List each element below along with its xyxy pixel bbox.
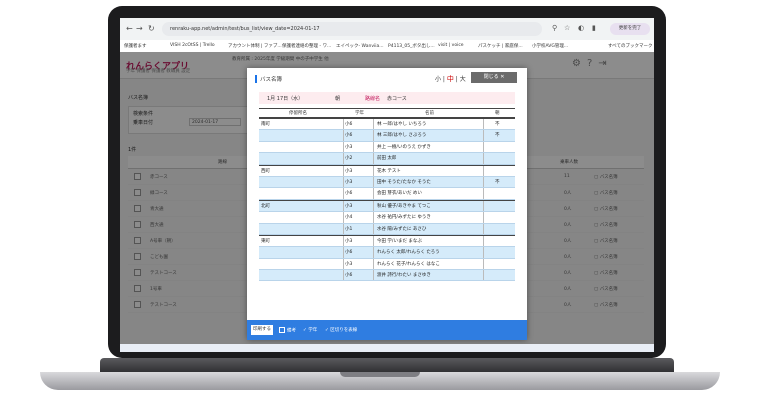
bookmark-item[interactable]: エイペック- Wanviia...	[336, 43, 384, 49]
student-name: れんらく 花子/れんらく はなこ	[377, 261, 440, 267]
roster-row: 小6 れんらく 太郎/れんらく たろう	[259, 247, 515, 259]
student-grade: 小6	[345, 122, 353, 127]
roster-row: 小3 田中 そうた/たなか そうた 不	[259, 176, 515, 189]
absence-mark: 不	[495, 179, 500, 185]
student-name: 渡井 詩行/わたい まさゆき	[377, 273, 431, 279]
remarks-checkbox[interactable]: 備考	[279, 327, 296, 334]
close-icon: ✕	[500, 74, 505, 80]
font-large-button[interactable]: 大	[460, 76, 466, 83]
student-name: 水谷 陽/みずたに あさひ	[377, 226, 427, 232]
taskbar	[120, 344, 654, 352]
student-grade: 小1	[345, 226, 353, 232]
student-name: 花木 テスト	[377, 168, 401, 174]
student-name: 田中 そうた/たなか そうた	[377, 179, 431, 185]
modal-footer: 印刷する 備考 ✓ 学年 ✓ 区切りを表線	[247, 320, 527, 340]
student-grade: 小3	[345, 238, 353, 244]
roster-row: 西町 小3 花木 テスト	[259, 164, 515, 177]
roster-row: 小1 水谷 陽/みずたに あさひ	[259, 223, 515, 235]
bookmark-item[interactable]: 小学校AVG管理...	[532, 43, 568, 49]
student-name: れんらく 太郎/れんらく たろう	[377, 250, 440, 256]
route-value: 赤コース	[387, 96, 407, 102]
sidepanel-icon[interactable]: ▮	[592, 24, 596, 32]
roster-row: 小3 井上 一樹/いのうえ かずき	[259, 141, 515, 154]
roster-row: 小6 会田 芽衣/あいだ めい	[259, 188, 515, 200]
bookmark-item[interactable]: すべてのブックマーク	[608, 43, 653, 49]
student-grade: 小4	[345, 215, 353, 221]
student-grade: 小3	[345, 261, 353, 267]
student-name: 秋山 優子/あきやま てつこ	[377, 203, 431, 209]
browser-toolbar: ← → ↻ renraku-app.net/admin/test/bus_lis…	[120, 18, 654, 40]
bus-roster-modal: バス名簿 小 | 中 | 大 閉じる ✕ 1月 17日（水） 朝 路線名 赤コー…	[247, 68, 527, 340]
roster-info-bar: 1月 17日（水） 朝 路線名 赤コース	[259, 92, 515, 104]
student-name: 水谷 祐円/みずたに ゆうき	[377, 215, 431, 221]
student-grade: 小3	[345, 168, 353, 174]
stop-name: 東町	[261, 238, 270, 244]
student-grade: 小6	[345, 191, 353, 197]
stop-name: 南町	[261, 122, 270, 127]
roster-row: 小6 渡井 詩行/わたい まさゆき	[259, 270, 515, 282]
absence-mark: 不	[495, 122, 500, 127]
bookmark-item[interactable]: P4113_05_ボタ出し...	[388, 43, 435, 49]
roster-date: 1月 17日（水）	[267, 96, 304, 102]
stop-name: 西町	[261, 168, 270, 174]
student-name: 井上 一樹/いのうえ かずき	[377, 144, 431, 150]
font-size-selector: 小 | 中 | 大	[435, 75, 466, 83]
student-name: 林 一郎/はやし いちろう	[377, 122, 427, 127]
roster-row: 小2 前田 太郎	[259, 153, 515, 165]
star-icon[interactable]: ☆	[564, 24, 570, 32]
roster-period: 朝	[335, 96, 341, 102]
font-small-button[interactable]: 小	[435, 76, 441, 83]
laptop-notch	[340, 372, 420, 377]
bookmark-item[interactable]: アカウント体制 | ファブ...	[228, 43, 282, 49]
roster-row: 南町 小6 林 一郎/はやし いちろう 不	[259, 118, 515, 131]
student-grade: 小3	[345, 144, 353, 150]
student-grade: 小2	[345, 156, 353, 162]
roster-table: 停留所名 学年 名前 朝 南町 小6 林 一郎/はやし いちろう不小6 林 三郎/はや…	[259, 108, 515, 282]
student-grade: 小6	[345, 250, 353, 256]
grade-checkbox[interactable]: ✓ 学年	[303, 327, 317, 333]
student-grade: 小3	[345, 203, 353, 209]
address-bar[interactable]: renraku-app.net/admin/test/bus_list/view…	[162, 22, 542, 36]
roster-row: 北町 小3 秋山 優子/あきやま てつこ	[259, 199, 515, 213]
stop-name: 北町	[261, 203, 270, 209]
roster-row: 小3 れんらく 花子/れんらく はなこ	[259, 258, 515, 271]
zoom-icon[interactable]: ⚲	[552, 24, 557, 32]
reload-icon[interactable]: ↻	[148, 24, 155, 33]
absence-mark: 不	[495, 133, 500, 139]
roster-row: 小6 林 三郎/はやし さぶろう 不	[259, 130, 515, 142]
back-icon[interactable]: ←	[126, 24, 133, 33]
roster-row: 東町 小3 今田 学/いまだ まなぶ	[259, 234, 515, 248]
bookmark-item[interactable]: パスケッチ | 家庭保...	[478, 43, 523, 49]
print-button[interactable]: 印刷する	[251, 325, 273, 335]
bookmark-item[interactable]: 保護者ます	[124, 43, 147, 49]
update-button[interactable]: 更新を完了	[610, 23, 650, 35]
student-grade: 小3	[345, 179, 353, 185]
modal-title: バス名簿	[255, 75, 282, 83]
student-grade: 小6	[345, 273, 353, 279]
font-medium-button[interactable]: 中	[447, 75, 454, 83]
student-name: 前田 太郎	[377, 156, 397, 162]
close-button[interactable]: 閉じる ✕	[471, 72, 517, 83]
separator-checkbox[interactable]: ✓ 区切りを表線	[325, 327, 357, 333]
forward-icon[interactable]: →	[136, 24, 143, 33]
student-grade: 小6	[345, 133, 353, 139]
roster-row: 小4 水谷 祐円/みずたに ゆうき	[259, 212, 515, 224]
student-name: 林 三郎/はやし さぶろう	[377, 133, 427, 139]
bookmark-item[interactable]: 保護者連絡の整理 - ワ...	[282, 43, 331, 49]
extensions-icon[interactable]: ◐	[578, 24, 584, 32]
student-name: 会田 芽衣/あいだ めい	[377, 191, 422, 197]
laptop-screen: ← → ↻ renraku-app.net/admin/test/bus_lis…	[120, 18, 654, 352]
route-label: 路線名	[365, 96, 381, 102]
roster-table-header: 停留所名 学年 名前 朝	[259, 108, 515, 118]
student-name: 今田 学/いまだ まなぶ	[377, 238, 422, 244]
bookmark-item[interactable]: VISH 2cOtSS | Trello	[170, 43, 215, 48]
bookmark-item[interactable]: visit | voice	[438, 43, 464, 48]
